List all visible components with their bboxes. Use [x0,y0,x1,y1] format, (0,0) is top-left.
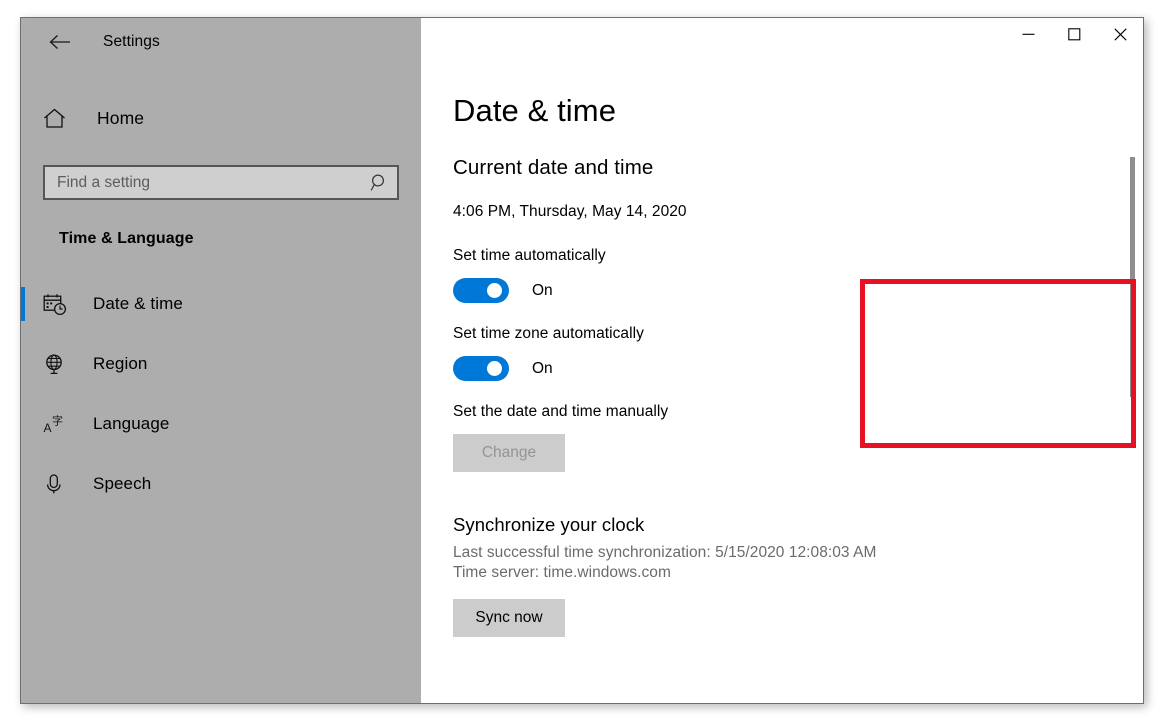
scrollbar-thumb[interactable] [1130,157,1135,397]
synchronize-clock-heading: Synchronize your clock [453,514,645,535]
set-timezone-automatically-row: On [453,356,1143,381]
sidebar-item-language[interactable]: A 字 Language [21,394,421,454]
window-controls [421,18,1143,66]
maximize-button[interactable] [1051,18,1097,50]
set-timezone-automatically-state: On [532,359,553,377]
sidebar-item-speech-label: Speech [93,474,152,493]
sync-now-button[interactable]: Sync now [453,599,565,637]
search-icon[interactable] [370,173,389,192]
selection-indicator [21,287,25,321]
toggle-knob [487,283,502,298]
settings-body: Date & time Current date and time 4:06 P… [421,66,1143,637]
sidebar-item-region[interactable]: Region [21,334,421,394]
toggle-knob [487,361,502,376]
close-button[interactable] [1097,18,1143,50]
current-date-time-value: 4:06 PM, Thursday, May 14, 2020 [453,203,687,220]
set-manually-label: Set the date and time manually [453,403,669,420]
search-input[interactable] [57,173,370,192]
sidebar-item-date-time-label: Date & time [93,294,183,313]
sidebar-item-speech[interactable]: Speech [21,454,421,514]
sidebar: Settings Home Time & Language [21,18,421,703]
microphone-icon [43,473,73,496]
set-timezone-automatically-toggle[interactable] [453,356,509,381]
home-icon [43,108,77,129]
last-sync-text: Last successful time synchronization: 5/… [453,544,877,561]
sidebar-item-date-time[interactable]: Date & time [21,274,421,334]
set-timezone-automatically-label: Set time zone automatically [453,325,644,342]
sidebar-category-title: Time & Language [59,230,194,247]
minimize-button[interactable] [1005,18,1051,50]
globe-icon [43,353,73,376]
calendar-clock-icon [43,293,73,316]
time-server-text: Time server: time.windows.com [453,564,671,581]
sidebar-item-home[interactable]: Home [21,93,421,143]
window-title: Settings [103,33,160,50]
set-time-automatically-group: Set time automatically On [453,247,1143,303]
change-button[interactable]: Change [453,434,565,472]
search-box[interactable] [43,165,399,200]
translate-icon: A 字 [43,413,73,436]
set-time-automatically-row: On [453,278,1143,303]
svg-text:字: 字 [52,413,63,427]
back-button[interactable] [43,26,77,58]
current-date-time-heading: Current date and time [453,156,654,179]
page-title: Date & time [453,93,617,128]
sidebar-item-home-label: Home [97,107,145,128]
sidebar-item-region-label: Region [93,354,148,373]
vertical-scrollbar[interactable] [1126,70,1140,697]
set-time-automatically-state: On [532,281,553,299]
set-time-automatically-toggle[interactable] [453,278,509,303]
back-arrow-icon [49,34,71,50]
set-time-automatically-label: Set time automatically [453,247,606,264]
content-panel: Date & time Current date and time 4:06 P… [421,18,1143,703]
sidebar-nav-list: Date & time Region A 字 Language Speech [21,274,421,514]
window-titlebar-left: Settings [21,18,421,66]
sidebar-item-language-label: Language [93,414,170,433]
settings-window: Settings Home Time & Language [20,17,1144,704]
set-timezone-automatically-group: Set time zone automatically On [453,325,1143,381]
svg-text:A: A [44,421,52,435]
